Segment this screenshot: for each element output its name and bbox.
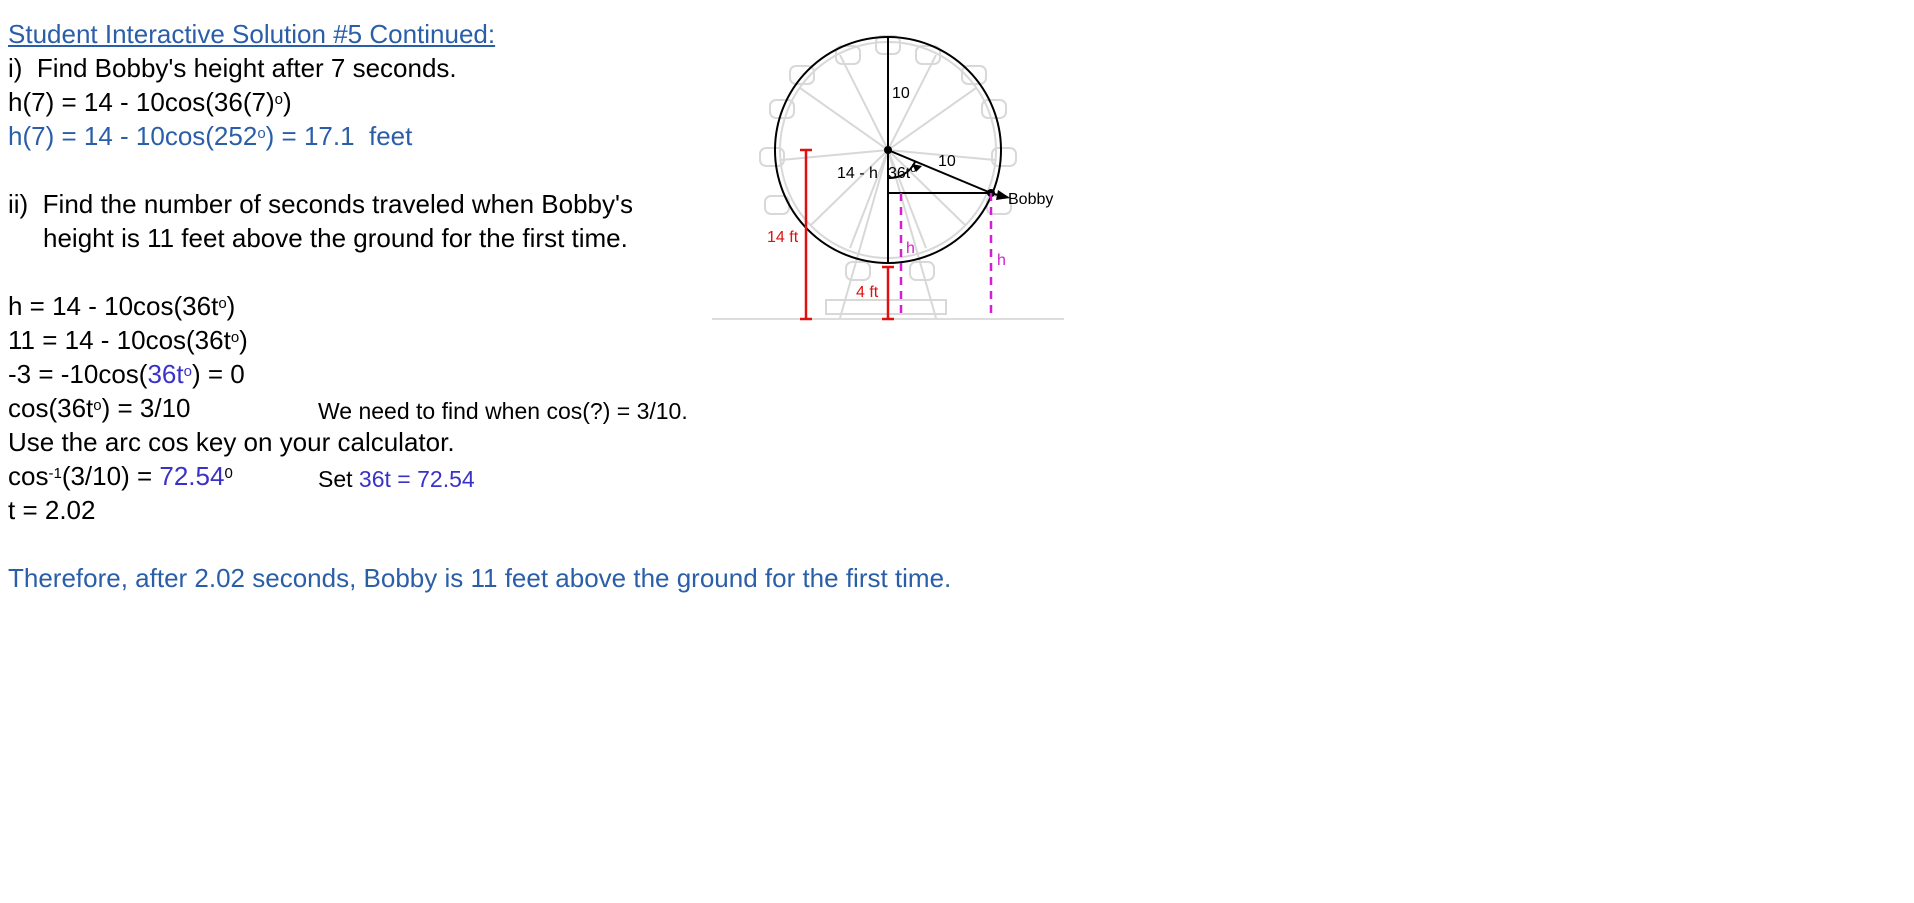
label-14ft: 14 ft [767, 229, 799, 246]
label-center-offset: 14 - h [837, 165, 878, 182]
label-h-inner: h [906, 240, 915, 257]
page-title: Student Interactive Solution #5 Continue… [8, 19, 496, 49]
conclusion: Therefore, after 2.02 seconds, Bobby is … [8, 563, 952, 593]
label-radius-top: 10 [892, 85, 910, 102]
label-h-outer: h [997, 252, 1006, 269]
equation-5: cos-1(3/10) = 72.540 [8, 461, 233, 491]
instruction-arccos: Use the arc cos key on your calculator. [8, 427, 455, 457]
ferris-wheel-diagram: 10 10 14 - h 36to Bobby h h 14 ft 4 ft [712, 35, 1064, 321]
equation-6: t = 2.02 [8, 495, 96, 525]
note-set-36t: Set 36t = 72.54 [318, 466, 475, 492]
part-i-answer: h(7) = 14 - 10cos(252o) = 17.1 feet [8, 121, 413, 151]
label-bobby: Bobby [1008, 191, 1053, 208]
part-ii-question-line1: ii) Find the number of seconds traveled … [8, 189, 633, 219]
part-i-question: i) Find Bobby's height after 7 seconds. [8, 53, 457, 83]
measure-4ft [882, 265, 894, 321]
measure-14ft [800, 148, 812, 321]
part-ii-question-line2: height is 11 feet above the ground for t… [43, 223, 628, 253]
part-i-step1: h(7) = 14 - 10cos(36(7)o) [8, 87, 292, 117]
equation-1: h = 14 - 10cos(36to) [8, 291, 236, 321]
equation-3: -3 = -10cos(36to) = 0 [8, 359, 245, 389]
equation-2: 11 = 14 - 10cos(36to) [8, 325, 248, 355]
equation-4: cos(36to) = 3/10 [8, 393, 191, 423]
center-dot [884, 146, 892, 154]
label-angle: 36to [888, 163, 916, 182]
note-find-cos: We need to find when cos(?) = 3/10. [318, 398, 688, 424]
label-4ft: 4 ft [856, 284, 879, 301]
label-radius-side: 10 [938, 153, 956, 170]
